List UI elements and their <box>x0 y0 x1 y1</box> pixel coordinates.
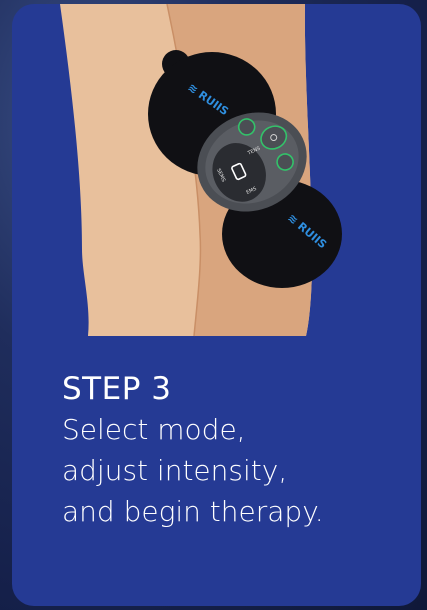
step-title: STEP 3 <box>62 371 172 407</box>
instruction-line: and begin therapy. <box>62 495 324 528</box>
step-card: ≋ RUIIS ≋ RUIIS SEMS TENS EMS STEP 3 Sel… <box>12 4 421 606</box>
instruction-line: adjust intensity, <box>62 454 288 487</box>
device-on-leg-illustration: ≋ RUIIS ≋ RUIIS SEMS TENS EMS <box>60 4 342 337</box>
step-caption: STEP 3 Select mode, adjust intensity, an… <box>62 370 401 532</box>
instruction-line: Select mode, <box>62 413 246 446</box>
step-instructions: Select mode, adjust intensity, and begin… <box>62 409 401 532</box>
